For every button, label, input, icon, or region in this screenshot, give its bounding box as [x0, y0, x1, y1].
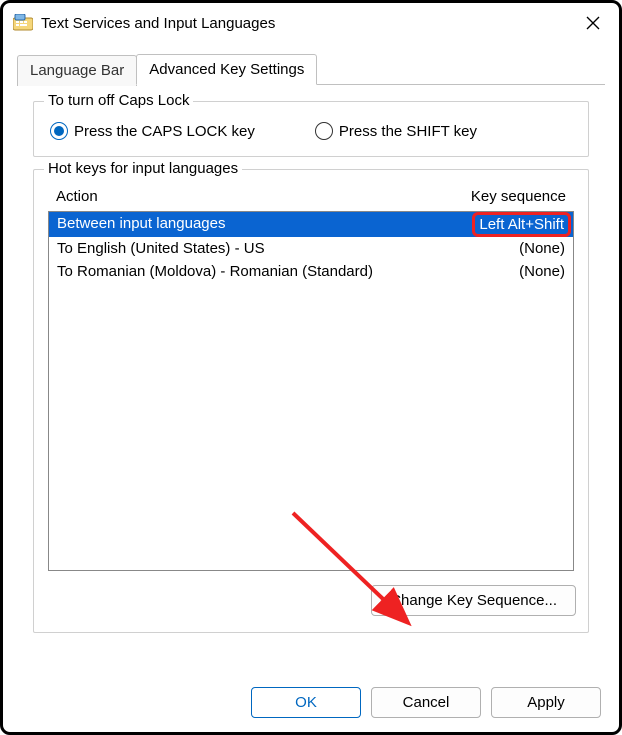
radio-label: Press the CAPS LOCK key: [74, 123, 255, 140]
list-item-keyseq: (None): [519, 240, 565, 257]
radio-press-caps-lock[interactable]: Press the CAPS LOCK key: [50, 122, 255, 140]
list-item-action: To Romanian (Moldova) - Romanian (Standa…: [57, 263, 519, 280]
header-key-sequence: Key sequence: [471, 188, 566, 205]
radio-press-shift[interactable]: Press the SHIFT key: [315, 122, 477, 140]
app-icon: [13, 14, 33, 32]
dialog-buttons: OK Cancel Apply: [251, 687, 601, 718]
list-item[interactable]: Between input languages Left Alt+Shift: [49, 212, 573, 237]
dialog-window: Text Services and Input Languages Langua…: [0, 0, 622, 735]
radio-label: Press the SHIFT key: [339, 123, 477, 140]
apply-button[interactable]: Apply: [491, 687, 601, 718]
group-caps-lock-legend: To turn off Caps Lock: [44, 92, 193, 109]
hotkeys-listbox[interactable]: Between input languages Left Alt+Shift T…: [48, 211, 574, 571]
tab-advanced-key-settings[interactable]: Advanced Key Settings: [136, 54, 317, 85]
list-item[interactable]: To Romanian (Moldova) - Romanian (Standa…: [49, 260, 573, 283]
change-key-sequence-button[interactable]: Change Key Sequence...: [371, 585, 576, 616]
group-caps-lock: To turn off Caps Lock Press the CAPS LOC…: [33, 101, 589, 157]
cancel-button[interactable]: Cancel: [371, 687, 481, 718]
list-item-keyseq: Left Alt+Shift: [472, 215, 565, 234]
tab-language-bar[interactable]: Language Bar: [17, 55, 137, 86]
window-title: Text Services and Input Languages: [41, 15, 573, 32]
close-icon: [586, 16, 600, 30]
group-hot-keys-legend: Hot keys for input languages: [44, 160, 242, 177]
list-item-keyseq: (None): [519, 263, 565, 280]
radio-icon: [50, 122, 68, 140]
tab-label: Advanced Key Settings: [149, 61, 304, 78]
header-action: Action: [56, 188, 471, 205]
ok-button[interactable]: OK: [251, 687, 361, 718]
highlight-box: Left Alt+Shift: [472, 212, 571, 237]
group-hot-keys: Hot keys for input languages Action Key …: [33, 169, 589, 633]
radio-icon: [315, 122, 333, 140]
change-key-sequence-row: Change Key Sequence...: [46, 585, 576, 616]
tab-strip: Language Bar Advanced Key Settings: [17, 53, 605, 85]
list-headers: Action Key sequence: [46, 184, 576, 211]
close-button[interactable]: [573, 7, 613, 39]
list-item-action: To English (United States) - US: [57, 240, 519, 257]
list-item-action: Between input languages: [57, 215, 472, 234]
tab-label: Language Bar: [30, 62, 124, 79]
titlebar: Text Services and Input Languages: [3, 3, 619, 43]
radio-row-caps: Press the CAPS LOCK key Press the SHIFT …: [46, 116, 576, 144]
list-item[interactable]: To English (United States) - US (None): [49, 237, 573, 260]
tab-panel-advanced: To turn off Caps Lock Press the CAPS LOC…: [17, 85, 605, 661]
